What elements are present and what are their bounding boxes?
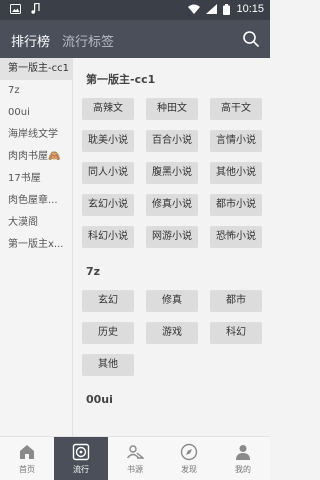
sidebar-item[interactable]: 肉肉书屋🙈: [0, 146, 72, 168]
tag-button[interactable]: 修真: [146, 290, 198, 312]
nav-profile[interactable]: 我的: [216, 437, 270, 480]
sidebar-item[interactable]: 肉色屋章...: [0, 190, 72, 212]
tag-button[interactable]: 修真小说: [146, 194, 198, 216]
tag-button[interactable]: 科幻: [210, 322, 262, 344]
signal-icon: [206, 4, 218, 14]
nav-home[interactable]: 首页: [0, 437, 54, 480]
nav-label: 首页: [19, 464, 35, 474]
bottom-nav: 首页 流行 书源 发现 我的: [0, 436, 270, 480]
status-time: 10:15: [236, 3, 264, 15]
section-title: 7z: [86, 265, 101, 278]
battery-icon: [223, 3, 231, 15]
tab-popular-tags[interactable]: 流行标签: [62, 31, 114, 50]
tag-grid: 高辣文 种田文 高干文 耽美小说 百合小说 言情小说 同人小说 腹黑小说 其他小…: [74, 98, 270, 248]
tag-button[interactable]: 高辣文: [82, 98, 134, 120]
nav-label: 书源: [127, 464, 143, 474]
status-bar: 10:15: [0, 0, 270, 20]
wifi-icon: [188, 4, 201, 14]
tag-button[interactable]: 都市: [210, 290, 262, 312]
disc-icon: [72, 443, 90, 460]
compass-icon: [180, 443, 198, 460]
sidebar-item[interactable]: 第一版主x...: [0, 234, 72, 256]
tag-button[interactable]: 游戏: [146, 322, 198, 344]
sidebar-item[interactable]: 海岸线文学: [0, 124, 72, 146]
tag-button[interactable]: 恐怖小说: [210, 226, 262, 248]
tag-section: 7z 玄幻 修真 都市 历史 游戏 科幻 其他: [74, 258, 270, 376]
source-sidebar: 第一版主-cc1 7z 00ui 海岸线文学 肉肉书屋🙈 17书屋 肉色屋章..…: [0, 58, 73, 436]
sidebar-item[interactable]: 第一版主-cc1: [0, 58, 72, 80]
nav-discover[interactable]: 发现: [162, 437, 216, 480]
nav-label: 我的: [235, 464, 251, 474]
section-title: 00ui: [86, 393, 113, 406]
book-source-icon: [126, 444, 144, 459]
music-note-icon: [31, 3, 40, 14]
nav-book-source[interactable]: 书源: [108, 437, 162, 480]
sidebar-item[interactable]: 00ui: [0, 102, 72, 124]
tag-section: 00ui: [74, 386, 270, 414]
tag-button[interactable]: 腹黑小说: [146, 162, 198, 184]
nav-label: 发现: [181, 464, 197, 474]
tag-button[interactable]: 其他: [82, 354, 134, 376]
sidebar-item[interactable]: 大漠阁: [0, 212, 72, 234]
tab-ranking[interactable]: 排行榜: [11, 31, 50, 50]
tag-content: 第一版主-cc1 高辣文 种田文 高干文 耽美小说 百合小说 言情小说 同人小说…: [74, 58, 270, 436]
top-app-bar: 排行榜 流行标签: [0, 20, 270, 58]
sidebar-item[interactable]: 17书屋: [0, 168, 72, 190]
tag-button[interactable]: 历史: [82, 322, 134, 344]
tag-button[interactable]: 玄幻: [82, 290, 134, 312]
tag-button[interactable]: 网游小说: [146, 226, 198, 248]
nav-label: 流行: [73, 464, 89, 474]
nav-popular[interactable]: 流行: [54, 437, 108, 480]
profile-icon: [236, 444, 250, 460]
tag-button[interactable]: 都市小说: [210, 194, 262, 216]
tag-button[interactable]: 种田文: [146, 98, 198, 120]
tag-button[interactable]: 玄幻小说: [82, 194, 134, 216]
tag-section: 第一版主-cc1 高辣文 种田文 高干文 耽美小说 百合小说 言情小说 同人小说…: [74, 66, 270, 248]
home-icon: [20, 444, 34, 459]
sidebar-item[interactable]: 7z: [0, 80, 72, 102]
tag-button[interactable]: 耽美小说: [82, 130, 134, 152]
tag-button[interactable]: 科幻小说: [82, 226, 134, 248]
image-icon: [10, 3, 21, 14]
tag-button[interactable]: 百合小说: [146, 130, 198, 152]
tag-button[interactable]: 同人小说: [82, 162, 134, 184]
section-title: 第一版主-cc1: [86, 73, 156, 86]
search-icon[interactable]: [242, 30, 260, 48]
tag-button[interactable]: 高干文: [210, 98, 262, 120]
tag-grid: 玄幻 修真 都市 历史 游戏 科幻 其他: [74, 290, 270, 376]
tag-button[interactable]: 言情小说: [210, 130, 262, 152]
tag-button[interactable]: 其他小说: [210, 162, 262, 184]
